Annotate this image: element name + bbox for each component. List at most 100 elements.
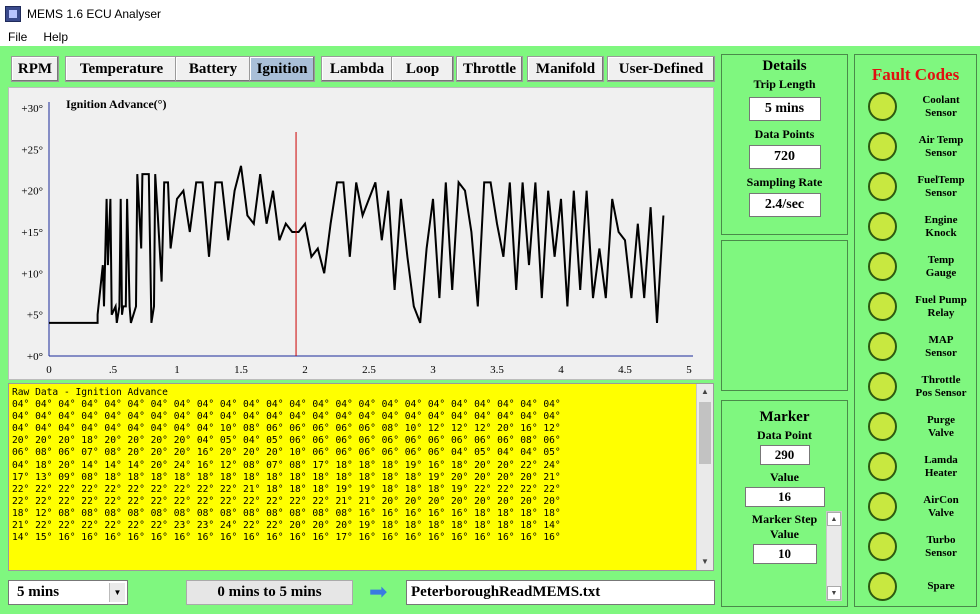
raw-data-row: 04° 04° 04° 04° 04° 04° 04° 04° 04° 04° … — [12, 411, 561, 423]
scroll-down-arrow-icon[interactable]: ▼ — [697, 554, 713, 570]
x-tick-label: 4 — [558, 364, 564, 376]
fault-label: AirCon — [923, 494, 959, 506]
fault-label: MAP — [928, 334, 954, 346]
chart-panel: Ignition Advance(°) +0° +5° +10° +15° +20° +2… — [8, 87, 714, 380]
x-tick-label: 4.5 — [618, 364, 632, 376]
x-tick-label: 2.5 — [362, 364, 376, 376]
fault-codes-heading: Fault Codes — [871, 65, 960, 84]
fault-label: Throttle — [921, 374, 961, 386]
tab-ignition[interactable]: Ignition — [249, 56, 315, 82]
raw-data-panel[interactable]: Raw Data - Ignition Advance 04° 04° 04° … — [8, 383, 714, 571]
fault-row-purge-valve: Purge Valve — [855, 412, 978, 452]
fault-label: Temp — [927, 254, 955, 266]
trip-length-label: Trip Length — [753, 77, 816, 91]
tab-throttle[interactable]: Throttle — [456, 56, 523, 82]
marker-scroll-down-icon[interactable]: ▼ — [827, 586, 841, 600]
tab-user-defined[interactable]: User-Defined — [607, 56, 715, 82]
fault-label: Lamda — [924, 454, 958, 466]
fault-label: FuelTemp — [917, 174, 965, 186]
fault-label: Fuel Pump — [915, 294, 967, 306]
fault-label: Engine — [924, 214, 958, 226]
fault-led-icon — [868, 332, 897, 361]
x-tick-label: 3.5 — [490, 364, 504, 376]
marker-scrollbar[interactable]: ▲ ▼ — [826, 511, 842, 601]
tab-lambda[interactable]: Lambda — [321, 56, 393, 82]
fault-label: Sensor — [925, 547, 957, 559]
marker-step-field[interactable]: 10 — [752, 544, 817, 564]
fault-label: Sensor — [925, 187, 957, 199]
raw-data-row: 17° 13° 09° 08° 18° 18° 18° 18° 18° 18° … — [12, 471, 561, 483]
details-heading: Details — [762, 58, 807, 74]
chart-title: Ignition Advance(°) — [66, 97, 166, 111]
marker-value-label: Value — [770, 470, 799, 484]
app-icon — [5, 6, 21, 22]
data-points-label: Data Points — [754, 127, 815, 141]
raw-data-title: Raw Data - Ignition Advance — [12, 387, 168, 398]
tab-battery[interactable]: Battery — [175, 56, 251, 82]
fault-row-lamda-heater: Lamda Heater — [855, 452, 978, 492]
data-points-field: 720 — [748, 145, 821, 169]
fault-label: Knock — [925, 227, 957, 239]
chevron-down-icon[interactable]: ▼ — [109, 583, 125, 602]
y-tick-label: +5° — [27, 310, 43, 322]
duration-select[interactable]: 5 mins ▼ — [8, 580, 128, 605]
fault-led-icon — [868, 372, 897, 401]
x-tick-label: 1 — [174, 364, 180, 376]
y-tick-label: +30° — [21, 103, 43, 115]
duration-select-value: 5 mins — [17, 584, 60, 600]
x-tick-label: 3 — [430, 364, 436, 376]
marker-scroll-up-icon[interactable]: ▲ — [827, 512, 841, 526]
ignition-chart[interactable]: Ignition Advance(°) +0° +5° +10° +15° +20° +2… — [9, 88, 713, 379]
tab-loop[interactable]: Loop — [391, 56, 454, 82]
fault-led-icon — [868, 92, 897, 121]
series-line — [49, 165, 665, 324]
raw-data-row: 14° 15° 16° 16° 16° 16° 16° 16° 16° 16° … — [12, 532, 561, 544]
trip-length-field: 5 mins — [748, 97, 821, 121]
fault-label: Pos Sensor — [915, 387, 967, 399]
y-tick-label: +25° — [21, 144, 43, 156]
x-tick-label: 2 — [302, 364, 308, 376]
fault-row-coolant-sensor: Coolant Sensor — [855, 92, 978, 132]
file-name-field[interactable]: PeterboroughReadMEMS.txt — [406, 580, 715, 605]
fault-led-icon — [868, 132, 897, 161]
fault-led-icon — [868, 492, 897, 521]
x-tick-label: 1.5 — [234, 364, 248, 376]
y-tick-label: +0° — [27, 351, 43, 363]
fault-label: Air Temp — [918, 134, 964, 146]
fault-label: Valve — [928, 507, 954, 519]
fault-row-spare: Spare — [855, 572, 978, 612]
tab-rpm[interactable]: RPM — [11, 56, 59, 82]
menu-help[interactable]: Help — [35, 30, 76, 44]
marker-heading: Marker — [759, 409, 810, 425]
fault-row-fueltemp-sensor: FuelTemp Sensor — [855, 172, 978, 212]
y-tick-label: +10° — [21, 268, 43, 280]
scroll-up-arrow-icon[interactable]: ▲ — [697, 384, 713, 400]
marker-value-field: 16 — [744, 487, 825, 507]
menu-file[interactable]: File — [0, 30, 35, 44]
fault-row-map-sensor: MAP Sensor — [855, 332, 978, 372]
fault-codes-panel: Fault Codes Coolant Sensor Air Temp Sensor… — [854, 54, 977, 607]
x-tick-label: 5 — [686, 364, 692, 376]
fault-label: Coolant — [922, 94, 960, 106]
fault-label: Valve — [928, 427, 954, 439]
x-tick-label: 0 — [46, 364, 52, 376]
fault-led-icon — [868, 572, 897, 601]
fault-row-aircon-valve: AirCon Valve — [855, 492, 978, 532]
fault-label: Gauge — [925, 267, 957, 279]
raw-data-row: 06° 08° 06° 07° 08° 20° 20° 20° 16° 20° … — [12, 447, 561, 459]
fault-led-icon — [868, 452, 897, 481]
fault-row-temp-gauge: Temp Gauge — [855, 252, 978, 292]
fault-label: Sensor — [925, 147, 957, 159]
raw-data-scrollbar[interactable]: ▲ ▼ — [696, 384, 713, 570]
fault-row-turbo-sensor: Turbo Sensor — [855, 532, 978, 572]
tab-temperature[interactable]: Temperature — [65, 56, 178, 82]
fault-row-engine-knock: Engine Knock — [855, 212, 978, 252]
title-bar: MEMS 1.6 ECU Analyser — [0, 0, 980, 28]
arrow-right-icon[interactable]: ➡ — [369, 581, 393, 603]
tab-manifold[interactable]: Manifold — [527, 56, 604, 82]
fault-label: Purge — [926, 414, 956, 426]
info-panel — [721, 240, 848, 391]
marker-data-point-field[interactable]: 290 — [759, 445, 810, 465]
marker-data-point-label: Data Point — [757, 428, 812, 442]
scroll-thumb[interactable] — [699, 402, 711, 464]
